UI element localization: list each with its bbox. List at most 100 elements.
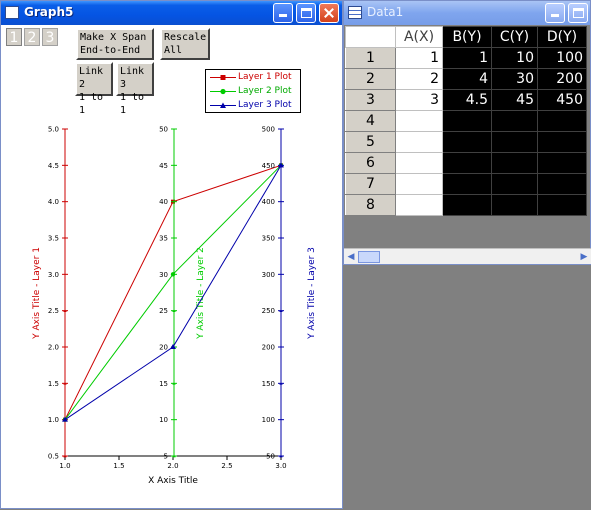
y-tick-label: 4.0	[48, 198, 59, 206]
table-cell[interactable]	[537, 110, 587, 132]
table-row: 4	[345, 110, 587, 132]
plot-area[interactable]: 1.0 1.5 2.0 2.5 3.0X Axis Title0.51.01.52.02…	[1, 1, 344, 510]
y-axis-title-layer-3: Y Axis Title - Layer 3	[307, 247, 317, 340]
table-cell[interactable]: 1	[442, 47, 492, 69]
table-cell[interactable]: 450	[537, 89, 587, 111]
scroll-thumb[interactable]	[358, 251, 380, 263]
table-cell[interactable]	[537, 131, 587, 153]
y-tick-label: 5	[164, 453, 168, 461]
y-tick-label: 45	[159, 162, 168, 170]
column-header-a[interactable]: A(X)	[395, 26, 443, 48]
table-cell[interactable]: 10	[491, 47, 538, 69]
table-cell[interactable]	[491, 173, 538, 195]
header-row: A(X) B(Y) C(Y) D(Y)	[345, 26, 587, 48]
y-tick-label: 20	[159, 344, 168, 352]
row-header[interactable]: 5	[345, 131, 396, 153]
table-cell[interactable]	[395, 173, 443, 195]
y-tick-label: 100	[262, 416, 275, 424]
column-header-b[interactable]: B(Y)	[442, 26, 492, 48]
table-cell[interactable]	[537, 194, 587, 216]
y-tick-label: 350	[262, 235, 275, 243]
x-tick-label: 2.0	[167, 462, 178, 470]
data-window-titlebar[interactable]: Data1	[344, 1, 590, 25]
y-tick-label: 25	[159, 307, 168, 315]
row-header[interactable]: 6	[345, 152, 396, 174]
table-cell[interactable]: 200	[537, 68, 587, 90]
column-header-c[interactable]: C(Y)	[491, 26, 538, 48]
table-cell[interactable]	[395, 131, 443, 153]
y-tick-label: 3.5	[48, 235, 59, 243]
y-tick-label: 35	[159, 235, 168, 243]
row-header[interactable]: 8	[345, 194, 396, 216]
table-cell[interactable]: 3	[395, 89, 443, 111]
table-cell[interactable]: 2	[395, 68, 443, 90]
data-maximize-button[interactable]	[568, 3, 588, 23]
x-axis-title: X Axis Title	[148, 476, 198, 486]
y-tick-label: 50	[159, 126, 168, 134]
table-row: 2 2 4 30 200	[345, 68, 587, 90]
table-cell[interactable]	[395, 194, 443, 216]
table-cell[interactable]	[442, 152, 492, 174]
data-window-title: Data1	[367, 5, 404, 19]
y-tick-label: 50	[266, 453, 275, 461]
table-cell[interactable]	[442, 110, 492, 132]
table-cell[interactable]	[491, 131, 538, 153]
table-row: 3 3 4.5 45 450	[345, 89, 587, 111]
row-header[interactable]: 3	[345, 89, 396, 111]
table-cell[interactable]: 4.5	[442, 89, 492, 111]
table-cell[interactable]	[395, 152, 443, 174]
y-tick-label: 1.5	[48, 380, 59, 388]
x-tick-label: 2.5	[221, 462, 232, 470]
y-tick-label: 4.5	[48, 162, 59, 170]
table-cell[interactable]	[491, 110, 538, 132]
row-header[interactable]: 7	[345, 173, 396, 195]
table-row: 5	[345, 131, 587, 153]
y-tick-label: 400	[262, 198, 275, 206]
table-cell[interactable]	[395, 110, 443, 132]
y-tick-label: 450	[262, 162, 275, 170]
scroll-right-icon[interactable]: ▶	[577, 250, 591, 264]
row-header[interactable]: 4	[345, 110, 396, 132]
table-row: 1 1 1 10 100	[345, 47, 587, 69]
y-tick-label: 15	[159, 380, 168, 388]
table-cell[interactable]: 4	[442, 68, 492, 90]
table-cell[interactable]	[537, 173, 587, 195]
table-cell[interactable]: 100	[537, 47, 587, 69]
worksheet-grid[interactable]: A(X) B(Y) C(Y) D(Y) 1 1 1 10 100 2 2 4 30 200 3 3 4.…	[345, 26, 587, 216]
table-row: 8	[345, 194, 587, 216]
y-tick-label: 1.0	[48, 416, 59, 424]
table-cell[interactable]	[442, 194, 492, 216]
y-tick-label: 2.5	[48, 307, 59, 315]
data-point-layer-2	[170, 272, 176, 277]
column-header-d[interactable]: D(Y)	[537, 26, 587, 48]
table-cell[interactable]: 1	[395, 47, 443, 69]
x-tick-label: 1.5	[113, 462, 124, 470]
y-tick-label: 0.5	[48, 453, 59, 461]
x-tick-label: 1.0	[59, 462, 70, 470]
table-cell[interactable]	[442, 173, 492, 195]
table-row: 6	[345, 152, 587, 174]
y-tick-label: 300	[262, 271, 275, 279]
table-cell[interactable]	[537, 152, 587, 174]
maximize-icon	[573, 8, 584, 18]
worksheet-icon	[348, 6, 362, 19]
table-cell[interactable]	[491, 152, 538, 174]
scroll-left-icon[interactable]: ◀	[344, 250, 358, 264]
row-header[interactable]: 1	[345, 47, 396, 69]
y-tick-label: 10	[159, 416, 168, 424]
data-minimize-button[interactable]	[545, 3, 565, 23]
x-tick-label: 3.0	[275, 462, 286, 470]
table-cell[interactable]	[442, 131, 492, 153]
y-tick-label: 30	[159, 271, 168, 279]
horizontal-scrollbar[interactable]: ◀ ▶	[344, 248, 591, 264]
y-axis-title-layer-1: Y Axis Title - Layer 1	[32, 247, 42, 340]
y-tick-label: 40	[159, 198, 168, 206]
y-tick-label: 2.0	[48, 344, 59, 352]
table-cell[interactable]: 45	[491, 89, 538, 111]
corner-cell[interactable]	[345, 26, 396, 48]
row-header[interactable]: 2	[345, 68, 396, 90]
table-cell[interactable]: 30	[491, 68, 538, 90]
y-tick-label: 250	[262, 307, 275, 315]
table-cell[interactable]	[491, 194, 538, 216]
y-tick-label: 500	[262, 126, 275, 134]
